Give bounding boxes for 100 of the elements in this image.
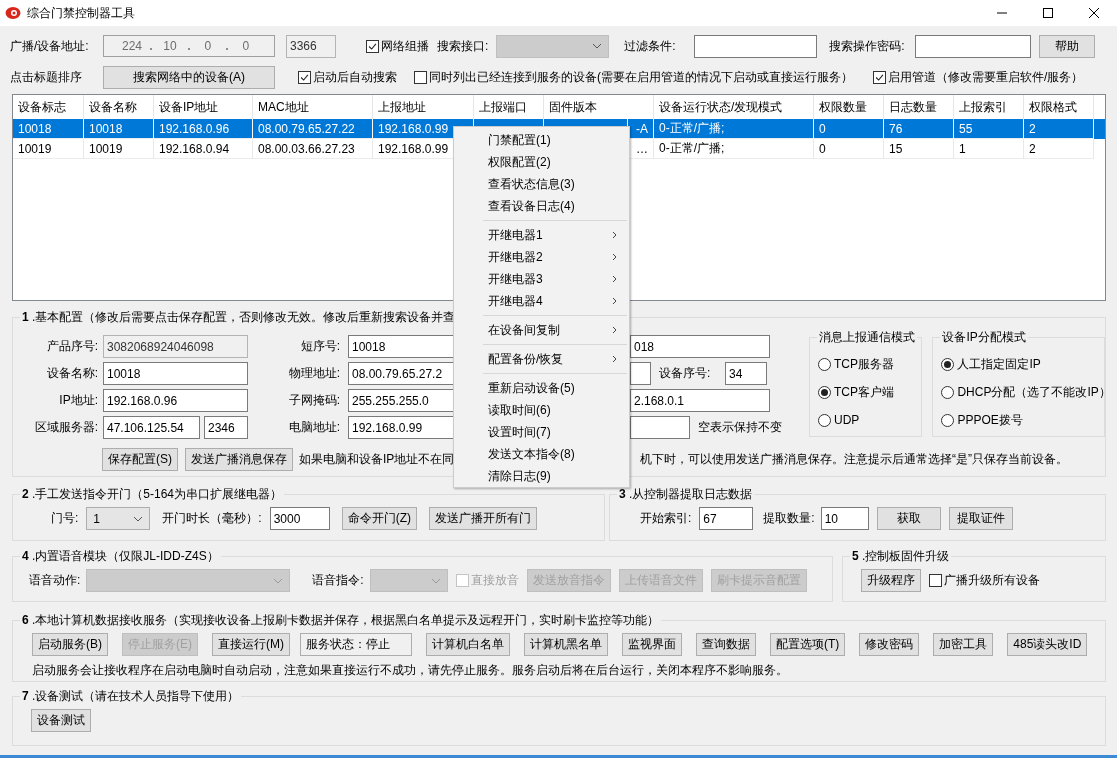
server-field[interactable]: 47.106.125.54 xyxy=(103,416,200,439)
help-button[interactable]: 帮助 xyxy=(1039,34,1096,58)
table-cell[interactable]: 0 xyxy=(814,139,884,159)
table-cell[interactable]: 2 xyxy=(1024,139,1094,159)
menu-item[interactable]: 查看状态信息(3) xyxy=(456,173,627,195)
device-number-field[interactable]: 34 xyxy=(725,362,767,385)
radio-button[interactable] xyxy=(941,385,955,399)
table-cell[interactable]: 1 xyxy=(954,139,1024,159)
fetch-button[interactable]: 获取 xyxy=(876,507,941,530)
menu-item[interactable]: 发送文本指令(8) xyxy=(456,443,627,465)
field-label: 设备名称: xyxy=(45,365,98,382)
search-button[interactable]: 搜索网络中的设备(A) xyxy=(103,65,275,89)
menu-item[interactable]: 设置时间(7) xyxy=(456,421,627,443)
radio-button[interactable] xyxy=(941,413,955,427)
table-cell[interactable]: 08.00.03.66.27.23 xyxy=(253,139,373,159)
menu-item[interactable]: 开继电器2 xyxy=(456,246,627,268)
checkbox[interactable] xyxy=(873,70,886,84)
field-label: 产品序号: xyxy=(45,338,98,355)
radio-button[interactable] xyxy=(818,385,831,399)
menu-item[interactable]: 重新启动设备(5) xyxy=(456,377,627,399)
device-test-button[interactable]: 设备测试 xyxy=(31,709,91,732)
chevron-right-icon xyxy=(612,326,617,334)
table-cell[interactable]: 10019 xyxy=(84,139,154,159)
table-cell[interactable]: 192.168.0.96 xyxy=(154,119,253,139)
table-cell[interactable]: 2 xyxy=(1024,119,1094,139)
upgrade-button[interactable]: 升级程序 xyxy=(861,569,921,592)
duration-field[interactable]: 3000 xyxy=(269,507,330,530)
field-hint: 空表示保持不变 xyxy=(698,419,782,436)
chevron-right-icon xyxy=(612,275,617,283)
serial-field[interactable]: 3082068924046098 xyxy=(103,335,248,358)
radio-button[interactable] xyxy=(941,357,955,371)
service-button[interactable]: 计算机黑名单 xyxy=(524,633,608,656)
start-index-field[interactable]: 67 xyxy=(699,507,754,530)
menu-item[interactable]: 开继电器3 xyxy=(456,268,627,290)
fetch-button[interactable]: 提取证件 xyxy=(948,507,1013,530)
table-cell[interactable]: 0-正常/广播; xyxy=(654,139,814,159)
table-cell[interactable]: 76 xyxy=(884,119,954,139)
menu-item[interactable]: 查看设备日志(4) xyxy=(456,195,627,217)
door-dropdown[interactable]: 1 xyxy=(86,507,151,530)
service-button[interactable]: 直接运行(M) xyxy=(212,633,290,656)
field-label: 区域服务器: xyxy=(33,419,98,436)
ip-address-field[interactable]: 224 10 0 0 xyxy=(103,35,275,57)
input-field[interactable]: 2.168.0.1 xyxy=(630,389,770,412)
table-cell[interactable]: 192.168.0.94 xyxy=(154,139,253,159)
menu-item[interactable]: 配置备份/恢复 xyxy=(456,348,627,370)
radio-label: TCP客户端 xyxy=(834,383,894,401)
checkbox[interactable] xyxy=(414,70,427,84)
count-label: 提取数量: xyxy=(763,510,815,527)
checkbox-label: 同时列出已经连接到服务的设备(需要在启用管道的情况下启动或直接运行服务） xyxy=(429,68,853,86)
table-cell[interactable]: 10018 xyxy=(84,119,154,139)
group-title: 2 .手工发送指令开门（5-164为串口扩展继电器） xyxy=(21,486,284,503)
radio-button[interactable] xyxy=(818,357,831,371)
service-button[interactable]: 计算机白名单 xyxy=(426,633,510,656)
save-button[interactable]: 发送广播消息保存 xyxy=(185,448,293,471)
count-field[interactable]: 10 xyxy=(820,507,869,530)
table-cell[interactable]: 10019 xyxy=(13,139,84,159)
radio-label: DHCP分配（选了不能改IP） xyxy=(957,383,1111,401)
ip-field[interactable]: 192.168.0.96 xyxy=(103,389,248,412)
service-button[interactable]: 查询数据 xyxy=(696,633,756,656)
service-button[interactable]: 监视界面 xyxy=(622,633,682,656)
group-title: 6 .本地计算机数据接收服务（实现接收设备上报刷卡数据并保存，根据黑白名单提示及远程开门，实时刷卡监控等功能） xyxy=(21,612,661,629)
port-field[interactable]: 3366 xyxy=(286,34,336,58)
table-cell[interactable]: 55 xyxy=(954,119,1024,139)
menu-item[interactable]: 读取时间(6) xyxy=(456,399,627,421)
menu-item[interactable]: 在设备间复制 xyxy=(456,319,627,341)
table-cell[interactable]: 08.00.79.65.27.22 xyxy=(253,119,373,139)
device-name-field[interactable]: 10018 xyxy=(103,362,248,385)
checkbox[interactable] xyxy=(298,70,311,84)
password-field[interactable] xyxy=(915,34,1032,58)
input-field[interactable]: 018 xyxy=(630,335,770,358)
service-status: 服务状态：停止 xyxy=(300,633,412,656)
open-door-button[interactable]: 发送广播开所有门 xyxy=(429,507,537,530)
checkbox-label: 直接放音 xyxy=(470,572,519,589)
checkbox[interactable] xyxy=(366,39,379,53)
service-button[interactable]: 修改密码 xyxy=(859,633,920,656)
checkbox[interactable] xyxy=(929,574,942,587)
table-cell[interactable]: 15 xyxy=(884,139,954,159)
table-cell[interactable]: 0-正常/广播; xyxy=(654,119,814,139)
filter-field[interactable] xyxy=(694,34,818,58)
server-port-field[interactable]: 2346 xyxy=(204,416,248,439)
app-icon xyxy=(5,5,21,21)
menu-item[interactable]: 开继电器4 xyxy=(456,290,627,312)
table-cell[interactable]: 0 xyxy=(814,119,884,139)
input-field[interactable] xyxy=(630,362,651,385)
table-cell[interactable]: 10018 xyxy=(13,119,84,139)
service-button[interactable]: 485读头改ID xyxy=(1007,633,1088,656)
checkbox-label: 网络组播 xyxy=(381,37,429,55)
open-door-button[interactable]: 命令开门(Z) xyxy=(341,507,417,530)
service-note: 启动服务会让接收程序在启动电脑时自动启动，注意如果直接运行不成功，请先停止服务。服务启动后将在后台运行，关闭本程序不影响服务。 xyxy=(32,662,789,679)
service-button[interactable]: 启动服务(B) xyxy=(32,633,108,656)
input-field[interactable] xyxy=(630,416,690,439)
radio-button[interactable] xyxy=(818,413,831,427)
save-button[interactable]: 保存配置(S) xyxy=(102,448,178,471)
door-label: 门号: xyxy=(51,510,79,527)
service-button[interactable]: 配置选项(T) xyxy=(770,633,846,656)
menu-item[interactable]: 清除日志(9) xyxy=(456,465,627,487)
chevron-down-icon xyxy=(273,577,284,584)
menu-item[interactable]: 开继电器1 xyxy=(456,224,627,246)
chevron-right-icon xyxy=(612,231,617,239)
service-button[interactable]: 加密工具 xyxy=(933,633,994,656)
